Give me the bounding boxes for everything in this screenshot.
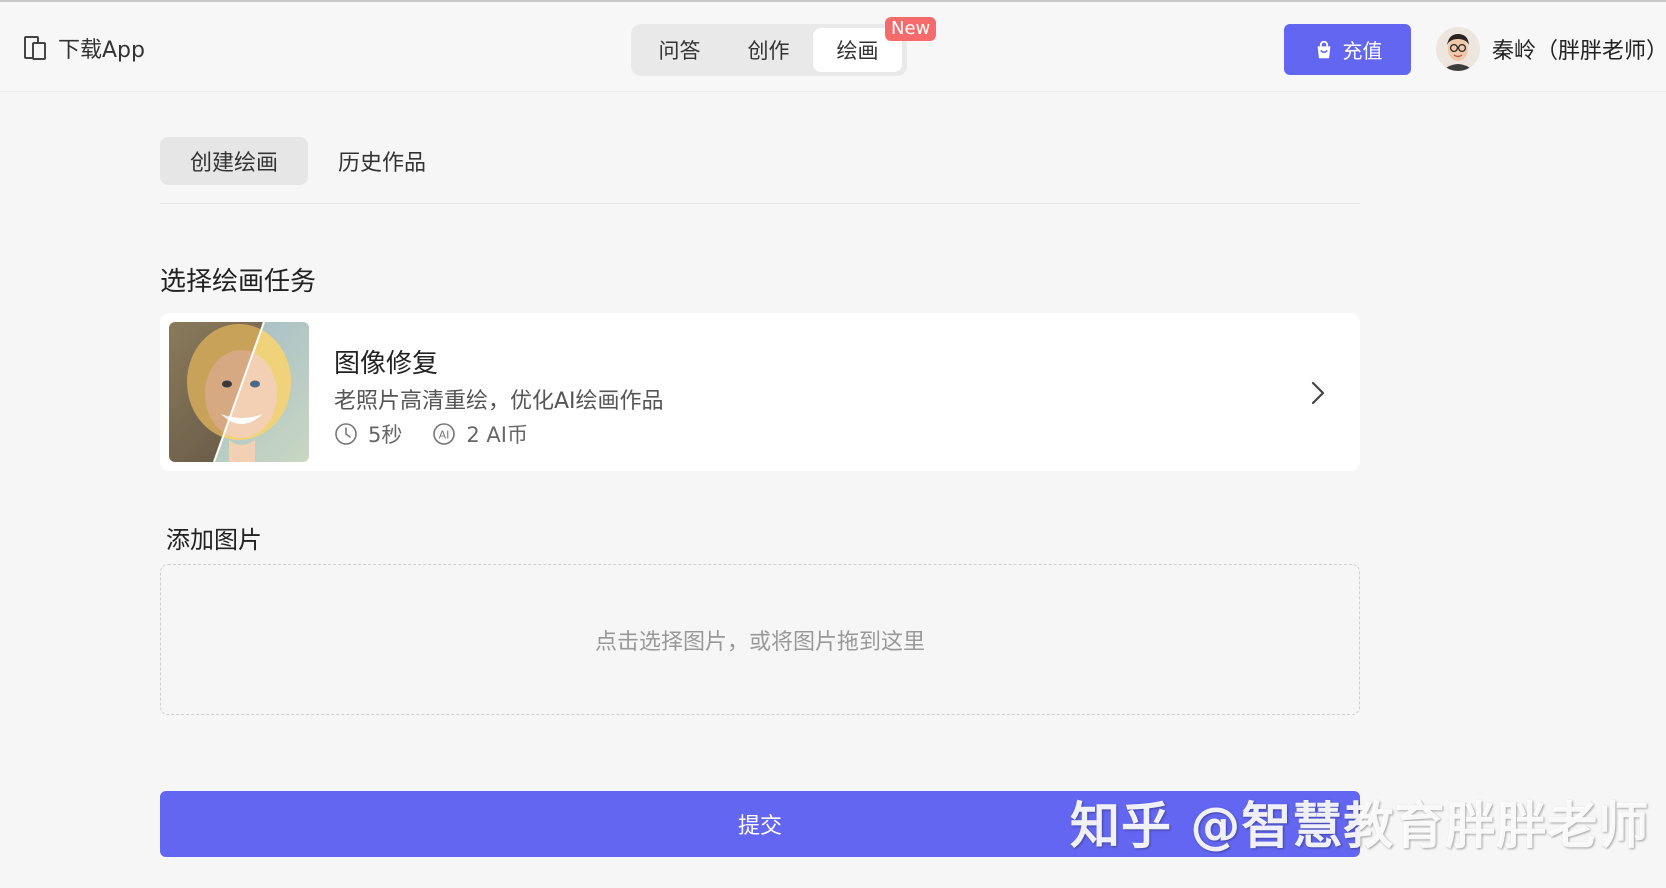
- task-title: 图像修复: [334, 349, 439, 379]
- drawing-subtabs: 创建绘画 历史作品: [160, 137, 456, 185]
- task-thumbnail: [169, 322, 309, 462]
- divider: [160, 203, 1360, 204]
- svg-text:AI: AI: [439, 429, 450, 442]
- tab-create[interactable]: 创作: [724, 28, 813, 72]
- shopping-bag-icon: [1317, 40, 1330, 58]
- image-drop-zone[interactable]: 点击选择图片，或将图片拖到这里: [160, 564, 1360, 715]
- user-name: 秦岭（胖胖老师）: [1492, 39, 1666, 64]
- tab-history-works[interactable]: 历史作品: [308, 137, 456, 185]
- download-app-link[interactable]: 下载App: [22, 32, 145, 64]
- select-task-title: 选择绘画任务: [160, 267, 317, 297]
- chevron-right-icon: [1311, 381, 1325, 405]
- avatar: [1436, 27, 1480, 71]
- devices-icon: [22, 34, 48, 62]
- clock-icon: [335, 423, 357, 445]
- tab-create-drawing[interactable]: 创建绘画: [160, 137, 309, 185]
- task-duration: 5秒: [368, 423, 403, 447]
- new-badge: New: [885, 17, 937, 41]
- tab-qa[interactable]: 问答: [635, 28, 724, 72]
- download-app-label: 下载App: [58, 38, 145, 63]
- add-image-title: 添加图片: [166, 526, 262, 554]
- recharge-button[interactable]: 充值: [1284, 24, 1411, 75]
- top-header: 下载App 问答 创作 绘画 New 充值 秦岭（胖胖老师）: [0, 2, 1666, 92]
- task-card-image-restore[interactable]: 图像修复 老照片高清重绘，优化AI绘画作品 5秒 AI 2 AI币: [160, 313, 1360, 471]
- watermark: 知乎 @智慧教育胖胖老师: [1070, 797, 1650, 855]
- drop-zone-hint: 点击选择图片，或将图片拖到这里: [594, 629, 925, 655]
- task-description: 老照片高清重绘，优化AI绘画作品: [334, 389, 664, 414]
- user-menu[interactable]: 秦岭（胖胖老师）: [1436, 27, 1666, 71]
- ai-coin-icon: AI: [433, 423, 456, 445]
- recharge-label: 充值: [1342, 39, 1383, 63]
- task-meta: 5秒 AI 2 AI币: [334, 419, 528, 449]
- mode-switch: 问答 创作 绘画: [631, 24, 907, 76]
- task-cost: 2 AI币: [466, 423, 528, 447]
